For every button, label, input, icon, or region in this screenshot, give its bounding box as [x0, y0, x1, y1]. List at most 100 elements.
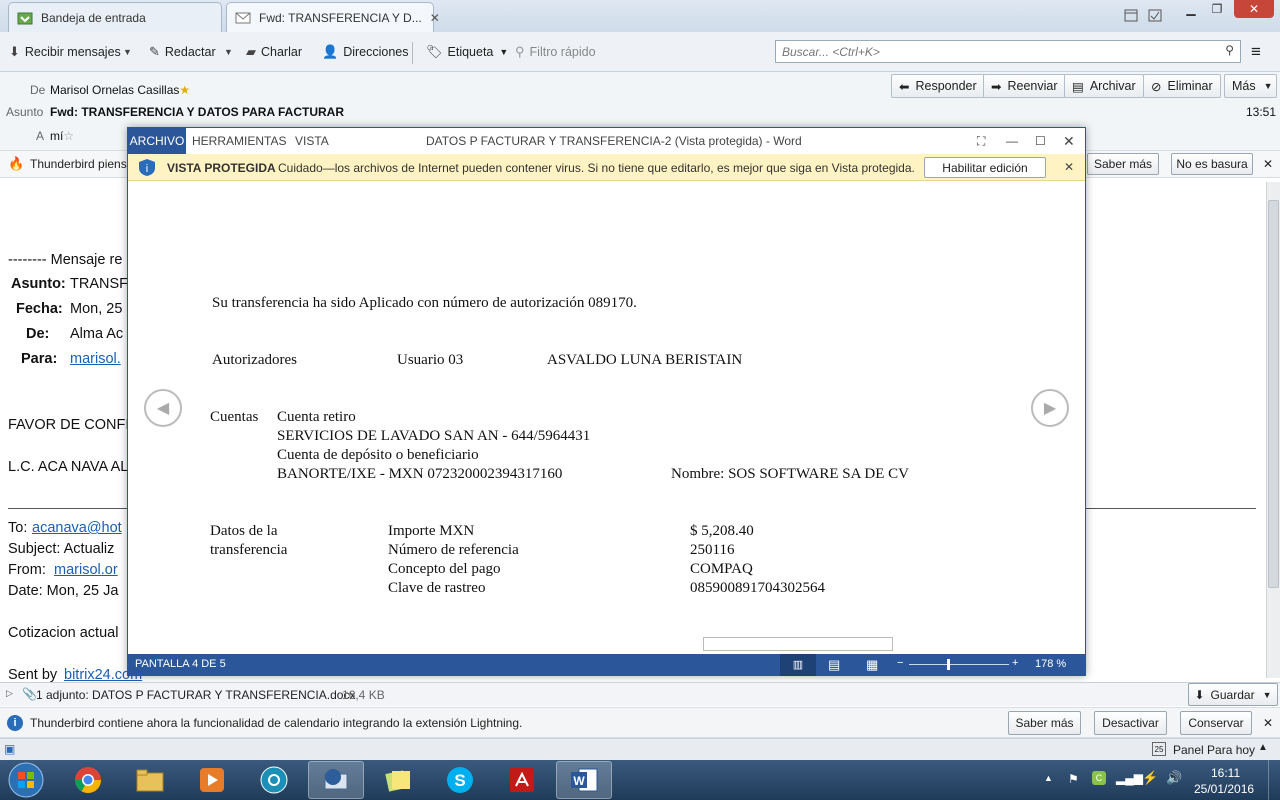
taskbar-media[interactable]	[184, 761, 240, 799]
chevron-up-icon[interactable]: ▲	[1258, 742, 1268, 753]
reply-button[interactable]: ⬅ Responder	[891, 74, 985, 98]
close-icon[interactable]: ✕	[430, 11, 440, 25]
receive-dropdown-icon[interactable]: ▼	[123, 32, 132, 72]
fwd-fecha-value: Mon, 25	[70, 301, 123, 317]
taskbar-word[interactable]: W	[556, 761, 612, 799]
archive-button[interactable]: ▤ Archivar	[1064, 74, 1144, 98]
start-button[interactable]	[4, 761, 48, 799]
forward-button[interactable]: ➡ Reenviar	[983, 74, 1066, 98]
fwd-de-label: De:	[26, 326, 50, 342]
fullscreen-icon[interactable]: ⛶	[977, 128, 985, 154]
menu-herramientas[interactable]: HERRAMIENTAS	[192, 128, 286, 154]
taskbar-explorer[interactable]	[122, 761, 178, 799]
more-button[interactable]: Más ▼	[1224, 74, 1277, 98]
zoom-level[interactable]: 178 %	[1035, 658, 1066, 670]
restore-button[interactable]: ❐	[1204, 0, 1230, 18]
close-icon[interactable]: ✕	[1263, 716, 1273, 730]
doc-row-label: Concepto del pago	[388, 561, 501, 577]
compose-button[interactable]: ✎ Redactar	[149, 32, 216, 72]
show-desktop-button[interactable]	[1268, 760, 1280, 800]
volume-icon[interactable]: 🔊	[1166, 770, 1182, 786]
read-mode-icon[interactable]: ▥	[780, 654, 816, 676]
message-scrollbar[interactable]	[1266, 182, 1280, 678]
print-layout-icon[interactable]: ▤	[828, 657, 840, 673]
tab-message[interactable]: Fwd: TRANSFERENCIA Y D... ✕	[226, 2, 440, 32]
junk-learn-more-button[interactable]: Saber más	[1087, 153, 1159, 175]
attachment-name[interactable]: 1 adjunto: DATOS P FACTURAR Y TRANSFEREN…	[36, 688, 355, 702]
close-icon[interactable]: ✕	[1263, 157, 1273, 171]
taskbar-chrome[interactable]	[60, 761, 116, 799]
menu-vista[interactable]: VISTA	[295, 128, 329, 154]
delete-button[interactable]: ⊘ Eliminar	[1143, 74, 1221, 98]
offline-status-icon[interactable]: ▣	[4, 742, 15, 756]
quoted-from-link[interactable]: marisol.or	[54, 562, 118, 578]
taskbar-app[interactable]	[246, 761, 302, 799]
clock-date[interactable]: 25/01/2016	[1194, 782, 1254, 796]
search-input[interactable]: Buscar... <Ctrl+K> ⚲	[775, 40, 1241, 63]
minimize-icon[interactable]: —	[1006, 128, 1018, 154]
today-panel-label[interactable]: Panel Para hoy	[1173, 743, 1255, 757]
keep-button[interactable]: Conservar	[1180, 711, 1252, 735]
tray-app-icon[interactable]: C	[1092, 771, 1106, 785]
star-outline-icon[interactable]: ☆	[63, 129, 74, 143]
lightning-learn-more-button[interactable]: Saber más	[1008, 711, 1081, 735]
enable-editing-button[interactable]: Habilitar edición	[924, 157, 1046, 178]
signal-icon[interactable]: ▂▄▆	[1116, 771, 1143, 785]
close-icon[interactable]: ✕	[1064, 160, 1074, 174]
quick-filter-button[interactable]: ⚲ Filtro rápido	[515, 32, 596, 72]
forward-icon: ➡	[991, 79, 1002, 94]
deactivate-button[interactable]: Desactivar	[1094, 711, 1167, 735]
taskbar-notes[interactable]	[370, 761, 426, 799]
zoom-out-icon[interactable]: −	[897, 657, 903, 669]
zoom-in-icon[interactable]: +	[1012, 657, 1018, 669]
protected-view-bar: i VISTA PROTEGIDA Cuidado—los archivos d…	[128, 154, 1085, 181]
taskbar-thunderbird[interactable]	[308, 761, 364, 799]
download-icon: ⬇	[1194, 687, 1205, 702]
minimize-button[interactable]: ▁	[1178, 0, 1204, 18]
zoom-slider-thumb[interactable]	[947, 659, 950, 670]
calendar-tab-icon[interactable]	[1118, 6, 1144, 24]
from-value[interactable]: Marisol Ornelas Casillas★	[50, 83, 190, 97]
horizontal-scrollbar[interactable]	[703, 637, 893, 651]
doc-nombre-autorizador: ASVALDO LUNA BERISTAIN	[547, 352, 743, 368]
previous-page-icon[interactable]: ◀	[144, 389, 182, 427]
expand-icon[interactable]: ▷	[6, 688, 13, 699]
web-layout-icon[interactable]: ▦	[866, 657, 878, 673]
doc-usuario: Usuario 03	[397, 352, 464, 368]
quoted-to-link[interactable]: acanava@hot	[32, 520, 122, 536]
taskbar-acrobat[interactable]	[494, 761, 550, 799]
battery-icon[interactable]: ⚡	[1142, 770, 1158, 786]
junk-text: Thunderbird piens	[30, 157, 127, 171]
tasks-tab-icon[interactable]	[1142, 6, 1168, 24]
tab-inbox[interactable]: Bandeja de entrada	[8, 2, 222, 32]
scrollbar-thumb[interactable]	[1268, 200, 1279, 588]
save-attachment-button[interactable]: ⬇ Guardar ▼	[1188, 683, 1278, 706]
app-menu-icon[interactable]: ≡	[1251, 32, 1261, 72]
zoom-slider[interactable]	[909, 664, 1009, 665]
to-value[interactable]: mí☆	[50, 129, 74, 143]
show-hidden-icons[interactable]: ▲	[1044, 773, 1053, 783]
chat-button[interactable]: ▰ Charlar	[246, 32, 302, 72]
word-status-bar: PANTALLA 4 DE 5 ▥ ▤ ▦ − + 178 %	[128, 654, 1085, 676]
fwd-para-link[interactable]: marisol.	[70, 351, 121, 367]
action-center-icon[interactable]: ⚑	[1068, 772, 1079, 786]
doc-row-value: COMPAQ	[690, 561, 753, 577]
compose-dropdown-icon[interactable]: ▼	[224, 32, 233, 72]
addresses-button[interactable]: 👤 Direcciones	[322, 32, 409, 72]
maximize-icon[interactable]: ☐	[1035, 128, 1046, 154]
clock-time[interactable]: 16:11	[1211, 766, 1240, 780]
taskbar-skype[interactable]: S	[432, 761, 488, 799]
tag-button[interactable]: 🏷 Etiqueta ▼	[426, 32, 508, 72]
body-favor-line: FAVOR DE CONFI	[8, 417, 130, 433]
star-icon[interactable]: ★	[179, 83, 190, 97]
next-page-icon[interactable]: ▶	[1031, 389, 1069, 427]
close-window-button[interactable]: ✕	[1234, 0, 1274, 18]
search-icon: ⚲	[1225, 43, 1234, 57]
doc-cuenta-retiro-value: SERVICIOS DE LAVADO SAN AN - 644/5964431	[277, 428, 591, 444]
close-icon[interactable]: ✕	[1063, 128, 1075, 154]
menu-archivo[interactable]: ARCHIVO	[128, 128, 186, 154]
not-junk-button[interactable]: No es basura	[1171, 153, 1253, 175]
reply-icon: ⬅	[899, 79, 910, 94]
to-label: A	[36, 129, 45, 143]
receive-button[interactable]: ⬇ Recibir mensajes	[9, 32, 121, 72]
